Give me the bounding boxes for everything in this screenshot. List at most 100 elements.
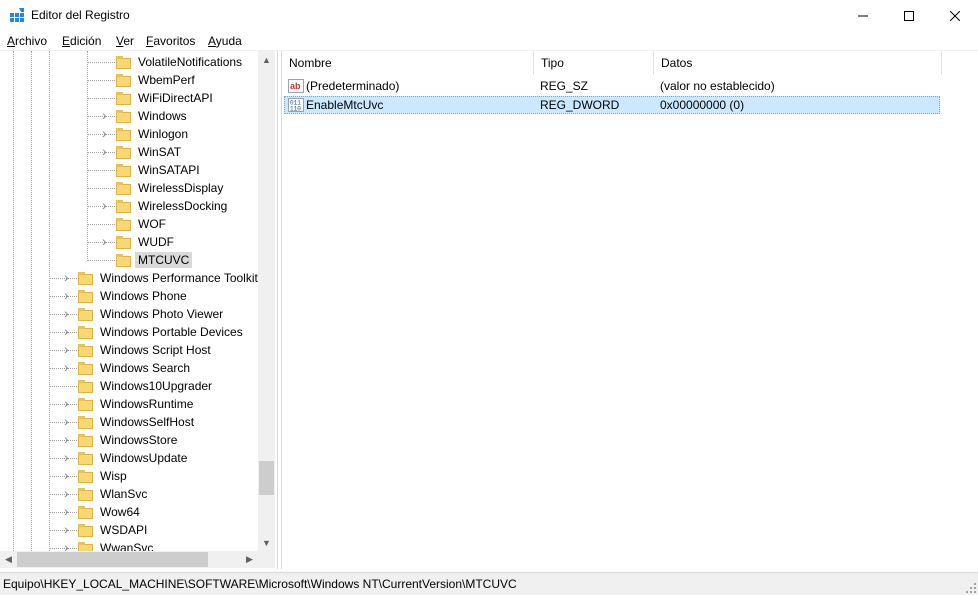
- tree-item-label: WUDF: [138, 235, 174, 249]
- chevron-right-icon[interactable]: ›: [64, 306, 72, 320]
- chevron-right-icon[interactable]: ›: [64, 342, 72, 356]
- key-tree[interactable]: VolatileNotifications WbemPerf WiFiDirectA…: [0, 51, 258, 551]
- values-list-pane[interactable]: Nombre Tipo Datos ab (Predeterminado) RE…: [281, 51, 978, 569]
- tree-item-label: Windows Script Host: [100, 343, 211, 357]
- tree-item[interactable]: WiFiDirectAPI: [116, 89, 216, 107]
- chevron-right-icon[interactable]: ›: [102, 234, 110, 248]
- chevron-right-icon[interactable]: ›: [64, 432, 72, 446]
- menu-archivo[interactable]: Archivo: [7, 34, 47, 48]
- scrollbar-thumb[interactable]: [17, 552, 208, 567]
- folder-icon: [78, 523, 94, 537]
- tree-item[interactable]: Windows Script Host: [78, 341, 214, 359]
- menu-ver[interactable]: Ver: [116, 34, 134, 48]
- chevron-right-icon[interactable]: ›: [102, 108, 110, 122]
- tree-item[interactable]: WSDAPI: [78, 521, 150, 539]
- folder-icon: [116, 91, 132, 105]
- tree-item[interactable]: WirelessDisplay: [116, 179, 226, 197]
- status-bar: Equipo\HKEY_LOCAL_MACHINE\SOFTWARE\Micro…: [0, 572, 978, 595]
- chevron-right-icon[interactable]: ›: [64, 270, 72, 284]
- tree-item[interactable]: Windows Photo Viewer: [78, 305, 226, 323]
- tree-item[interactable]: WbemPerf: [116, 71, 198, 89]
- tree-item-label: Windows: [138, 109, 187, 123]
- tree-item-label: WSDAPI: [100, 523, 148, 537]
- scroll-down-arrow-icon[interactable]: ▼: [258, 534, 275, 551]
- column-header-tipo[interactable]: Tipo: [534, 51, 654, 75]
- tree-item[interactable]: WindowsRuntime: [78, 395, 196, 413]
- tree-item[interactable]: WwanSvc: [78, 539, 156, 551]
- tree-item-label: WirelessDisplay: [138, 181, 224, 195]
- chevron-right-icon[interactable]: ›: [64, 288, 72, 302]
- tree-guide-line: [31, 51, 33, 551]
- close-button[interactable]: [932, 0, 978, 31]
- tree-item-label: Windows Portable Devices: [100, 325, 243, 339]
- column-header-datos[interactable]: Datos: [654, 51, 942, 75]
- status-path: Equipo\HKEY_LOCAL_MACHINE\SOFTWARE\Micro…: [3, 577, 517, 591]
- tree-item[interactable]: WOF: [116, 215, 169, 233]
- folder-icon: [78, 307, 94, 321]
- chevron-right-icon[interactable]: ›: [64, 522, 72, 536]
- chevron-right-icon[interactable]: ›: [64, 450, 72, 464]
- value-row-selected[interactable]: 011 110 EnableMtcUvc REG_DWORD 0x0000000…: [284, 96, 940, 114]
- chevron-right-icon[interactable]: ›: [64, 540, 72, 551]
- key-tree-pane[interactable]: VolatileNotifications WbemPerf WiFiDirectA…: [0, 51, 278, 569]
- scrollbar-thumb[interactable]: [259, 461, 274, 495]
- tree-horizontal-scrollbar[interactable]: ◀ ▶: [0, 551, 258, 568]
- tree-item[interactable]: WinSAT: [116, 143, 184, 161]
- tree-connector-line: [88, 62, 115, 64]
- tree-item[interactable]: WindowsStore: [78, 431, 180, 449]
- chevron-right-icon[interactable]: ›: [64, 504, 72, 518]
- tree-item[interactable]: WirelessDocking: [116, 197, 230, 215]
- tree-item[interactable]: WUDF: [116, 233, 177, 251]
- tree-item[interactable]: Winlogon: [116, 125, 191, 143]
- chevron-right-icon[interactable]: ›: [64, 396, 72, 410]
- chevron-right-icon[interactable]: ›: [64, 468, 72, 482]
- tree-item[interactable]: Windows Performance Toolkit: [78, 269, 258, 287]
- scroll-up-arrow-icon[interactable]: ▲: [258, 51, 275, 68]
- chevron-right-icon[interactable]: ›: [64, 486, 72, 500]
- tree-item-label: VolatileNotifications: [138, 55, 243, 69]
- tree-item[interactable]: Windows Phone: [78, 287, 190, 305]
- chevron-right-icon[interactable]: ›: [64, 414, 72, 428]
- chevron-right-icon[interactable]: ›: [102, 126, 110, 140]
- tree-vertical-scrollbar[interactable]: ▲ ▼: [258, 51, 275, 551]
- folder-icon: [116, 253, 132, 267]
- value-type: REG_DWORD: [540, 98, 620, 112]
- list-header: Nombre Tipo Datos: [282, 51, 978, 75]
- folder-icon: [78, 397, 94, 411]
- value-row[interactable]: ab (Predeterminado) REG_SZ (valor no est…: [284, 77, 940, 95]
- tree-item-label: Windows Phone: [100, 289, 187, 303]
- tree-item-label: WirelessDocking: [138, 199, 228, 213]
- title-bar[interactable]: Editor del Registro: [0, 0, 978, 31]
- registry-editor-app-icon: [10, 8, 24, 22]
- tree-item-label: WinSATAPI: [138, 163, 200, 177]
- tree-item[interactable]: WlanSvc: [78, 485, 150, 503]
- column-header-nombre[interactable]: Nombre: [282, 51, 534, 75]
- folder-icon: [116, 163, 132, 177]
- chevron-right-icon[interactable]: ›: [64, 324, 72, 338]
- scroll-left-arrow-icon[interactable]: ◀: [0, 551, 17, 568]
- tree-item[interactable]: Windows10Upgrader: [78, 377, 215, 395]
- tree-item[interactable]: WindowsSelfHost: [78, 413, 197, 431]
- chevron-right-icon[interactable]: ›: [64, 360, 72, 374]
- tree-item[interactable]: VolatileNotifications: [116, 53, 245, 71]
- menu-ayuda[interactable]: Ayuda: [208, 34, 242, 48]
- maximize-button[interactable]: [886, 0, 932, 31]
- menu-edicion[interactable]: Edición: [62, 34, 101, 48]
- tree-item-label: WindowsSelfHost: [100, 415, 195, 429]
- resize-grip-icon[interactable]: [966, 583, 976, 593]
- tree-item[interactable]: Wisp: [78, 467, 130, 485]
- chevron-right-icon[interactable]: ›: [102, 144, 110, 158]
- scroll-right-arrow-icon[interactable]: ▶: [241, 551, 258, 568]
- tree-item[interactable]: WindowsUpdate: [78, 449, 190, 467]
- tree-item[interactable]: MTCUVC: [116, 251, 193, 269]
- minimize-button[interactable]: [840, 0, 886, 31]
- tree-item[interactable]: Windows Search: [78, 359, 193, 377]
- menu-favoritos[interactable]: Favoritos: [146, 34, 195, 48]
- tree-item[interactable]: WinSATAPI: [116, 161, 203, 179]
- tree-item[interactable]: Windows Portable Devices: [78, 323, 246, 341]
- folder-icon: [116, 145, 132, 159]
- tree-item[interactable]: Windows: [116, 107, 190, 125]
- tree-item[interactable]: Wow64: [78, 503, 143, 521]
- folder-icon: [116, 73, 132, 87]
- chevron-right-icon[interactable]: ›: [102, 198, 110, 212]
